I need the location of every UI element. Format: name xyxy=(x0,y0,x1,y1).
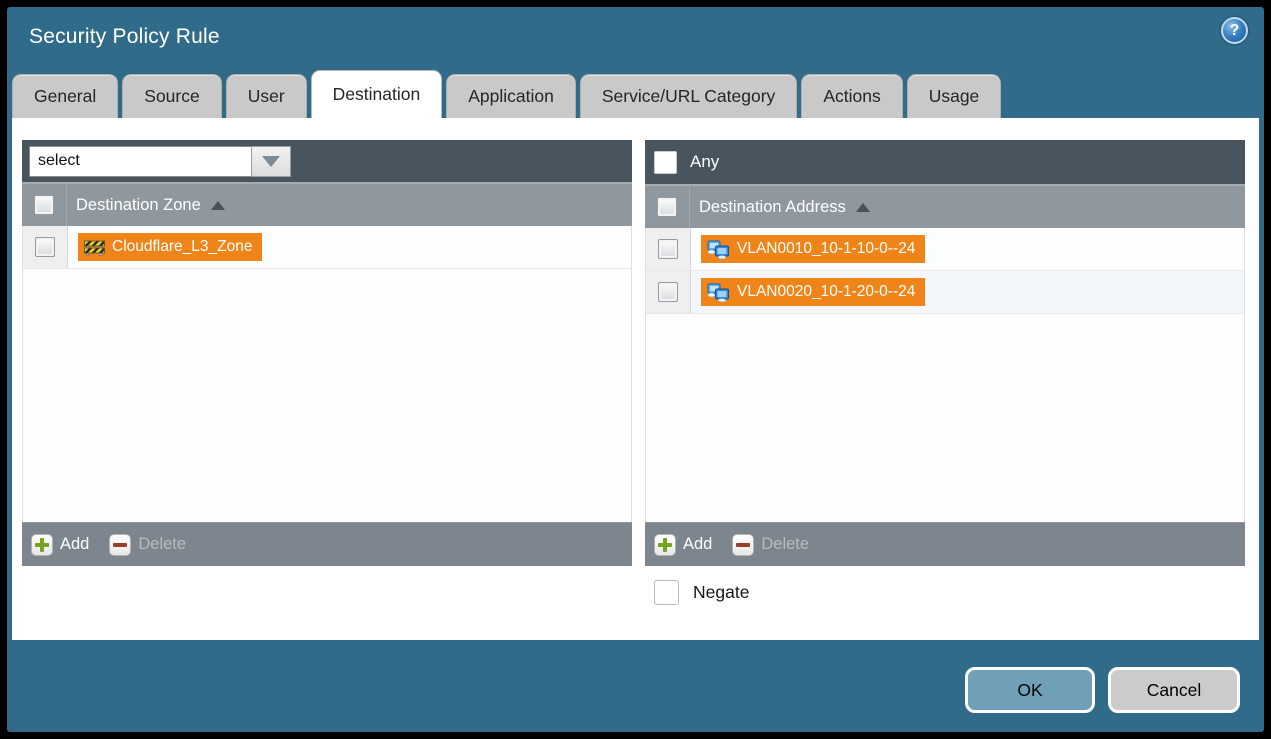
tab-general[interactable]: General xyxy=(12,74,118,118)
table-row[interactable]: VLAN0010_10-1-10-0--24 xyxy=(646,228,1244,271)
address-delete-button[interactable]: Delete xyxy=(732,534,809,556)
zone-delete-label: Delete xyxy=(138,535,186,554)
zone-grid-header: Destination Zone xyxy=(22,182,632,226)
tab-bar: General Source User Destination Applicat… xyxy=(12,70,1259,118)
address-select-all-checkbox[interactable] xyxy=(657,197,677,217)
zone-select-input[interactable]: select xyxy=(29,146,251,177)
delete-icon xyxy=(732,534,754,556)
address-row-checkbox-cell xyxy=(646,228,691,270)
tab-source[interactable]: Source xyxy=(122,74,221,118)
zone-column-header[interactable]: Destination Zone xyxy=(67,196,225,215)
zone-icon xyxy=(84,239,105,256)
address-row-checkbox[interactable] xyxy=(658,239,678,259)
zone-item[interactable]: Cloudflare_L3_Zone xyxy=(78,233,262,261)
zone-toolbar: select xyxy=(22,140,632,182)
zone-grid-body: Cloudflare_L3_Zone xyxy=(22,226,632,522)
cancel-button[interactable]: Cancel xyxy=(1108,667,1240,713)
address-row-checkbox[interactable] xyxy=(658,282,678,302)
zone-select-dropdown-button[interactable] xyxy=(251,146,291,177)
zone-item-label: Cloudflare_L3_Zone xyxy=(112,238,252,256)
tab-destination[interactable]: Destination xyxy=(311,70,443,118)
negate-option: Negate xyxy=(654,580,749,605)
negate-label: Negate xyxy=(693,582,749,603)
destination-zone-panel: select Destination Zone xyxy=(22,140,632,566)
address-item[interactable]: VLAN0010_10-1-10-0--24 xyxy=(701,235,925,263)
add-icon xyxy=(654,534,676,556)
any-checkbox[interactable] xyxy=(654,151,677,174)
destination-address-panel: Any Destination Address xyxy=(645,140,1245,566)
address-add-label: Add xyxy=(683,535,712,554)
zone-add-button[interactable]: Add xyxy=(31,534,89,556)
negate-checkbox[interactable] xyxy=(654,580,679,605)
zone-add-label: Add xyxy=(60,535,89,554)
tab-user[interactable]: User xyxy=(226,74,307,118)
address-add-button[interactable]: Add xyxy=(654,534,712,556)
tab-usage[interactable]: Usage xyxy=(907,74,1002,118)
zone-select-all-checkbox[interactable] xyxy=(34,195,54,215)
address-item-label: VLAN0020_10-1-20-0--24 xyxy=(737,283,915,301)
tab-application[interactable]: Application xyxy=(446,74,576,118)
network-address-icon xyxy=(707,240,730,259)
zone-select-combo: select xyxy=(29,146,291,177)
ok-button[interactable]: OK xyxy=(965,667,1095,713)
any-label: Any xyxy=(690,152,719,172)
address-delete-label: Delete xyxy=(761,535,809,554)
address-grid-header: Destination Address xyxy=(645,184,1245,228)
tab-service-url-category[interactable]: Service/URL Category xyxy=(580,74,797,118)
help-icon[interactable]: ? xyxy=(1221,17,1248,44)
sort-ascending-icon xyxy=(211,201,225,210)
address-item[interactable]: VLAN0020_10-1-20-0--24 xyxy=(701,278,925,306)
table-row[interactable]: Cloudflare_L3_Zone xyxy=(23,226,631,269)
zone-row-checkbox[interactable] xyxy=(35,237,55,257)
sort-ascending-icon xyxy=(856,203,870,212)
address-grid-footer: Add Delete xyxy=(645,522,1245,566)
address-header-checkbox-cell xyxy=(645,186,690,228)
address-item-label: VLAN0010_10-1-10-0--24 xyxy=(737,240,915,258)
zone-header-checkbox-cell xyxy=(22,184,67,226)
address-any-bar: Any xyxy=(645,140,1245,184)
address-row-checkbox-cell xyxy=(646,271,691,313)
dialog-title: Security Policy Rule xyxy=(29,25,220,49)
table-row[interactable]: VLAN0020_10-1-20-0--24 xyxy=(646,271,1244,314)
address-column-header-label: Destination Address xyxy=(699,198,846,217)
address-grid-body: VLAN0010_10-1-10-0--24 xyxy=(645,228,1245,522)
zone-grid-footer: Add Delete xyxy=(22,522,632,566)
add-icon xyxy=(31,534,53,556)
tab-content-destination: select Destination Zone xyxy=(12,118,1259,640)
zone-row-checkbox-cell xyxy=(23,226,68,268)
chevron-down-icon xyxy=(262,156,280,167)
tab-actions[interactable]: Actions xyxy=(801,74,902,118)
security-policy-rule-dialog-screen: Security Policy Rule ? General Source Us… xyxy=(0,0,1271,739)
network-address-icon xyxy=(707,283,730,302)
delete-icon xyxy=(109,534,131,556)
zone-delete-button[interactable]: Delete xyxy=(109,534,186,556)
address-column-header[interactable]: Destination Address xyxy=(690,198,870,217)
zone-column-header-label: Destination Zone xyxy=(76,196,201,215)
security-policy-rule-dialog: Security Policy Rule ? General Source Us… xyxy=(7,7,1264,732)
